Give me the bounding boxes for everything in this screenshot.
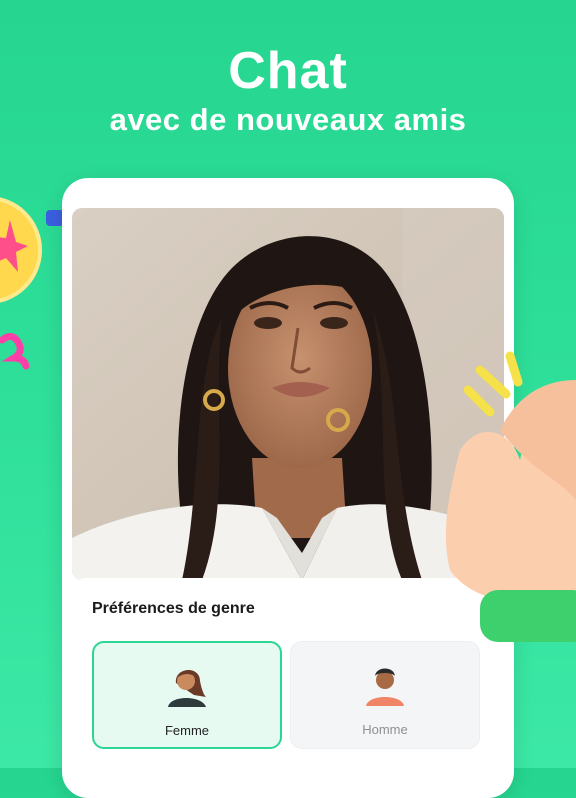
female-avatar-icon (168, 669, 206, 707)
clapping-hands-icon (445, 351, 576, 642)
gender-option-female-label: Femme (164, 723, 210, 738)
gender-preferences-title: Préférences de genre (92, 600, 255, 617)
gender-option-female[interactable]: Femme (92, 641, 282, 749)
gender-option-male-label: Homme (362, 722, 408, 737)
headline-title: Chat (228, 42, 348, 100)
male-avatar-icon (366, 668, 404, 706)
headline-subtitle: avec de nouveaux amis (109, 102, 467, 137)
gender-option-male[interactable]: Homme (290, 641, 480, 749)
headline: Chat avec de nouveaux amis (0, 40, 576, 138)
star-sticker-icon (0, 197, 42, 370)
